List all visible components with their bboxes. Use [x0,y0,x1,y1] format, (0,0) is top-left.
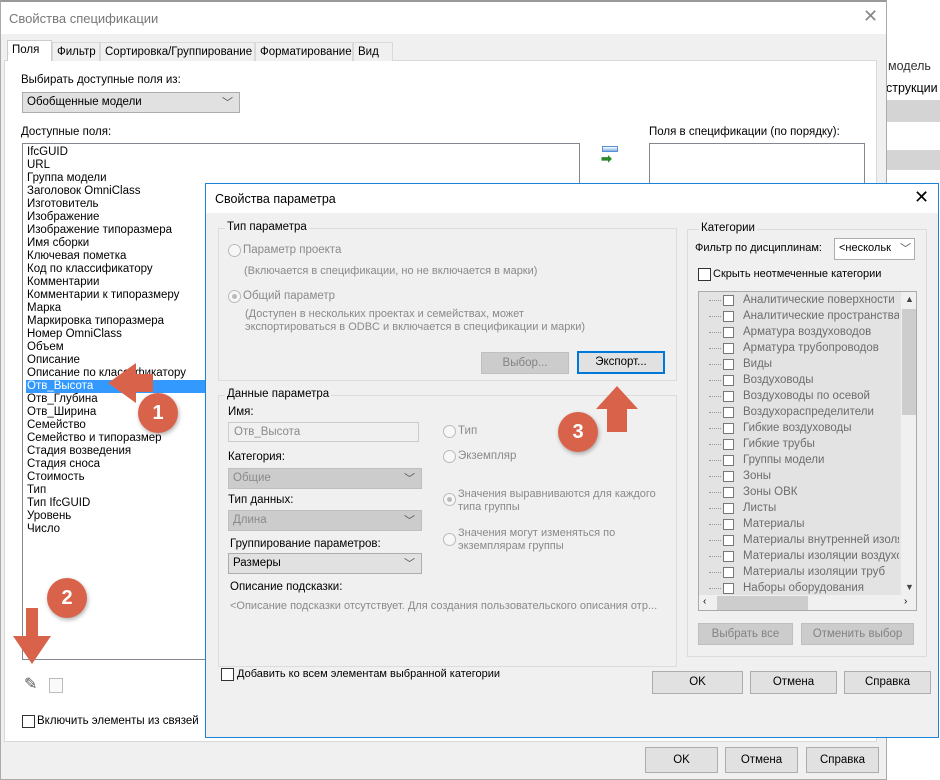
badge-1: 1 [138,393,178,433]
badge-3: 3 [558,412,598,452]
annotation-arrows [13,363,638,664]
badge-2: 2 [47,578,87,618]
arrow-up-annotation [596,386,638,432]
arrow-down-annotation [13,608,51,664]
